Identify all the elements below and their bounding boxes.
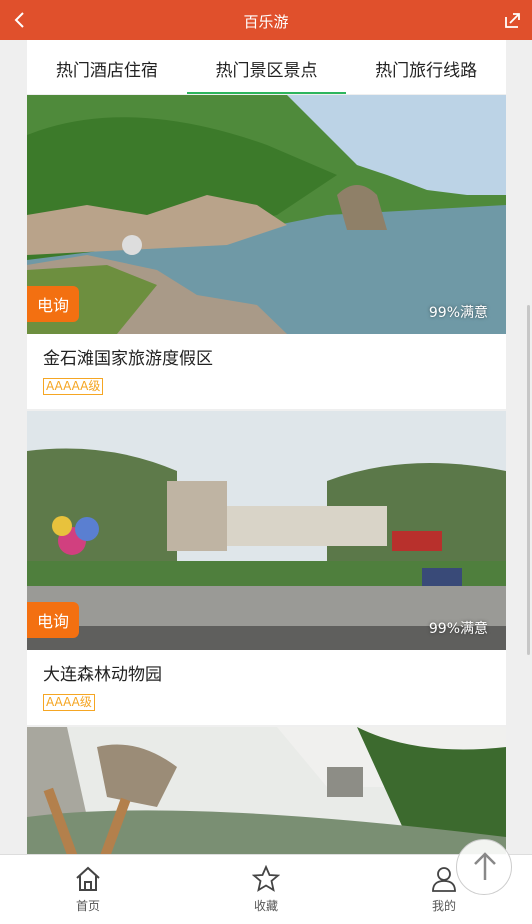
card-info: 金石滩国家旅游度假区 AAAAA级 <box>27 334 506 409</box>
user-icon <box>432 867 456 892</box>
call-badge[interactable]: 电询 <box>27 286 80 322</box>
attraction-name: 金石滩国家旅游度假区 <box>43 349 213 369</box>
satisfaction-label: 99%满意 <box>428 621 488 637</box>
tab-routes[interactable]: 热门旅行线路 <box>346 40 506 94</box>
nav-home-label: 首页 <box>75 899 100 913</box>
bottom-nav: 首页 收藏 我的 <box>0 854 532 924</box>
attraction-photo: 电询 99%满意 <box>27 95 506 334</box>
tab-attractions[interactable]: 热门景区景点 <box>186 40 347 94</box>
attraction-name: 大连森林动物园 <box>43 665 162 685</box>
attraction-photo: 电询 99%满意 <box>27 411 506 650</box>
attraction-list: 电询 99%满意 金石滩国家旅游度假区 AAAAA级 电询 99%满意 大连森林… <box>27 95 506 924</box>
nav-favorites[interactable]: 收藏 <box>236 865 296 914</box>
call-badge[interactable]: 电询 <box>27 602 80 638</box>
level-tag: AAAA级 <box>43 694 95 711</box>
card-info: 大连森林动物园 AAAA级 <box>27 650 506 725</box>
level-tag: AAAAA级 <box>43 378 104 395</box>
satisfaction-label: 99%满意 <box>428 305 488 321</box>
scrollbar[interactable] <box>527 305 530 655</box>
tab-hotels[interactable]: 热门酒店住宿 <box>27 40 187 94</box>
arrow-up-icon <box>474 852 496 880</box>
nav-favorites-label: 收藏 <box>253 899 278 913</box>
nav-profile-label: 我的 <box>431 899 456 913</box>
star-icon <box>252 865 280 892</box>
page-title: 百乐游 <box>243 13 289 31</box>
home-icon <box>76 866 100 891</box>
nav-home[interactable]: 首页 <box>58 865 118 914</box>
category-tabs: 热门酒店住宿 热门景区景点 热门旅行线路 <box>27 40 506 94</box>
attraction-card[interactable]: 电询 99%满意 金石滩国家旅游度假区 AAAAA级 <box>27 95 506 409</box>
back-to-top-button[interactable] <box>456 839 512 895</box>
top-bar: 百乐游 <box>0 0 532 40</box>
share-icon[interactable] <box>502 9 524 31</box>
attraction-card[interactable]: 电询 99%满意 大连森林动物园 AAAA级 <box>27 411 506 725</box>
